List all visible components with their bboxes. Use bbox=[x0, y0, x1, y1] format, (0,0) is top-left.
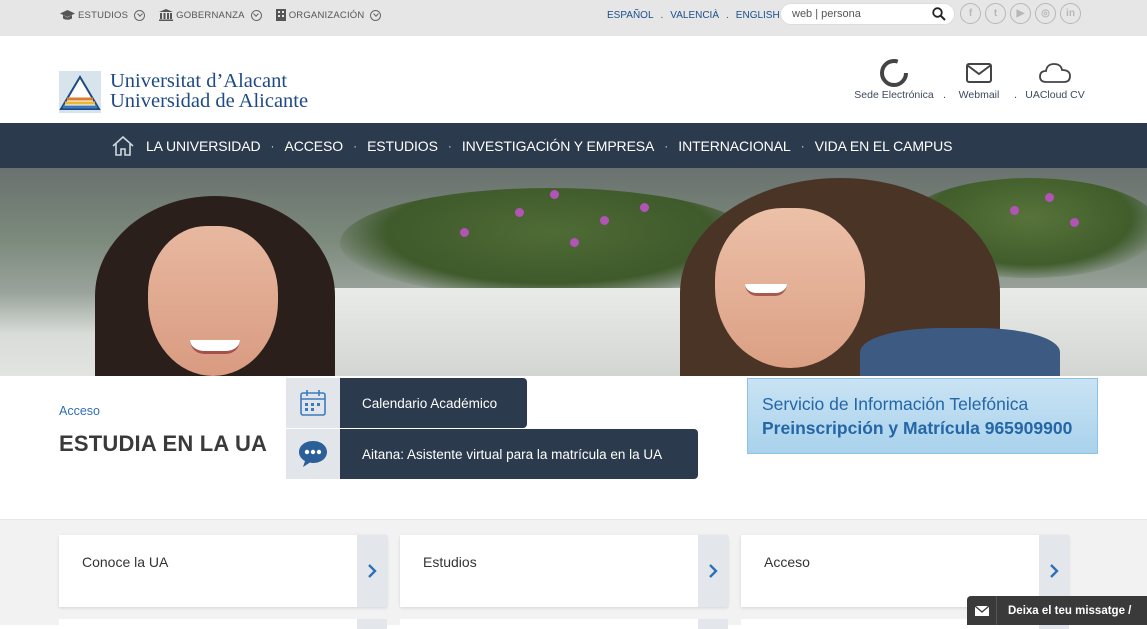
top-link-label: ESTUDIOS bbox=[78, 9, 129, 21]
logo-line-spanish: Universidad de Alicante bbox=[110, 90, 309, 112]
tool-separator: . bbox=[943, 89, 947, 101]
hero-image bbox=[0, 168, 1147, 376]
calendar-icon bbox=[300, 390, 326, 416]
chat-widget[interactable]: Deixa el teu missatge / bbox=[967, 596, 1147, 625]
graduation-cap-icon bbox=[60, 9, 75, 20]
card-conoce-ua[interactable]: Conoce la UA bbox=[59, 535, 387, 607]
header-tools: Sede Electrónica . Webmail . UACloud CV bbox=[845, 58, 1090, 108]
chevron-down-icon bbox=[250, 9, 262, 21]
sede-electronica-link[interactable]: Sede Electrónica bbox=[849, 58, 939, 101]
search-input[interactable] bbox=[792, 7, 932, 21]
card-estudios[interactable]: Estudios bbox=[400, 535, 728, 607]
chevron-right-icon bbox=[709, 564, 718, 578]
top-link-organizacion[interactable]: ORGANIZACIÓN bbox=[275, 9, 382, 21]
youtube-icon[interactable]: ▶ bbox=[1010, 3, 1031, 24]
info-line-service: Servicio de Información Telefónica bbox=[762, 394, 1029, 414]
building-icon bbox=[275, 9, 286, 21]
top-link-label: ORGANIZACIÓN bbox=[288, 9, 365, 21]
nav-item-acceso[interactable]: ACCESO bbox=[285, 138, 344, 154]
lang-separator: . bbox=[660, 9, 664, 21]
nav-item-estudios[interactable]: ESTUDIOS bbox=[367, 138, 438, 154]
chevron-down-icon bbox=[134, 9, 146, 21]
page-title: ESTUDIA EN LA UA bbox=[59, 431, 268, 456]
nav-separator: · bbox=[800, 139, 805, 153]
top-link-gobernanza[interactable]: GOBERNANZA bbox=[159, 9, 262, 21]
card-label: Conoce la UA bbox=[82, 554, 169, 570]
cloud-icon bbox=[1039, 63, 1071, 83]
nav-separator: · bbox=[664, 139, 669, 153]
card-next-row[interactable] bbox=[59, 619, 387, 629]
logo-line-valencian: Universitat d’Alacant bbox=[110, 70, 288, 92]
phone-info-box[interactable]: Servicio de Información Telefónica Prein… bbox=[747, 378, 1098, 454]
tool-label: UACloud CV bbox=[1025, 89, 1085, 101]
nav-item-internacional[interactable]: INTERNACIONAL bbox=[678, 138, 790, 154]
calendar-button-label: Calendario Académico bbox=[340, 378, 527, 428]
top-link-estudios[interactable]: ESTUDIOS bbox=[60, 9, 146, 21]
lang-valencia[interactable]: VALENCIÀ bbox=[670, 10, 719, 21]
tool-label: Sede Electrónica bbox=[854, 89, 934, 101]
card-next-row[interactable] bbox=[400, 619, 728, 629]
tool-separator: . bbox=[1014, 89, 1018, 101]
lang-english[interactable]: ENGLISH bbox=[736, 10, 780, 21]
mail-icon bbox=[966, 63, 992, 83]
sede-icon bbox=[880, 59, 908, 87]
university-emblem-icon bbox=[59, 71, 101, 113]
uacloud-link[interactable]: UACloud CV bbox=[1023, 58, 1087, 101]
home-icon[interactable] bbox=[112, 136, 134, 156]
nav-item-investigacion[interactable]: INVESTIGACIÓN Y EMPRESA bbox=[462, 138, 655, 154]
social-links: f t ▶ ◎ in bbox=[960, 3, 1085, 24]
nav-item-vida-campus[interactable]: VIDA EN EL CAMPUS bbox=[815, 138, 953, 154]
university-logo[interactable]: Universitat d’Alacant Universidad de Ali… bbox=[59, 71, 308, 113]
chevron-down-icon bbox=[370, 9, 382, 21]
chevron-right-icon bbox=[1050, 564, 1059, 578]
language-selector: ESPAÑOL . VALENCIÀ . ENGLISH bbox=[607, 0, 780, 30]
top-bar: ESTUDIOS GOBERNANZA ORGANIZACIÓN ESPAÑOL… bbox=[0, 0, 1147, 36]
nav-separator: · bbox=[353, 139, 358, 153]
aitana-button[interactable]: Aitana: Asistente virtual para la matríc… bbox=[286, 429, 698, 479]
lang-separator: . bbox=[726, 9, 729, 21]
card-label: Estudios bbox=[423, 554, 477, 570]
chevron-right-icon bbox=[368, 564, 377, 578]
breadcrumb[interactable]: Acceso bbox=[59, 404, 100, 418]
envelope-icon bbox=[974, 605, 989, 616]
chat-label: Deixa el teu missatge / bbox=[1008, 604, 1132, 617]
search-box bbox=[780, 3, 955, 25]
twitter-icon[interactable]: t bbox=[985, 3, 1006, 24]
nav-item-universidad[interactable]: LA UNIVERSIDAD bbox=[146, 138, 261, 154]
top-link-label: GOBERNANZA bbox=[176, 9, 245, 21]
institution-icon bbox=[159, 9, 174, 21]
linkedin-icon[interactable]: in bbox=[1060, 3, 1081, 24]
search-icon[interactable] bbox=[932, 7, 946, 21]
lang-espanol[interactable]: ESPAÑOL bbox=[607, 10, 654, 21]
info-line-phone: Preinscripción y Matrícula 965909900 bbox=[762, 418, 1073, 438]
webmail-link[interactable]: Webmail bbox=[953, 58, 1005, 101]
top-links: ESTUDIOS GOBERNANZA ORGANIZACIÓN bbox=[60, 0, 395, 30]
instagram-icon[interactable]: ◎ bbox=[1035, 3, 1056, 24]
card-label: Acceso bbox=[764, 554, 810, 570]
calendar-button[interactable]: Calendario Académico bbox=[286, 378, 527, 428]
chat-bubble-icon bbox=[299, 441, 327, 467]
aitana-button-label: Aitana: Asistente virtual para la matríc… bbox=[340, 429, 698, 479]
facebook-icon[interactable]: f bbox=[960, 3, 981, 24]
nav-separator: · bbox=[447, 139, 452, 153]
tool-label: Webmail bbox=[958, 89, 1000, 101]
nav-separator: · bbox=[270, 139, 275, 153]
